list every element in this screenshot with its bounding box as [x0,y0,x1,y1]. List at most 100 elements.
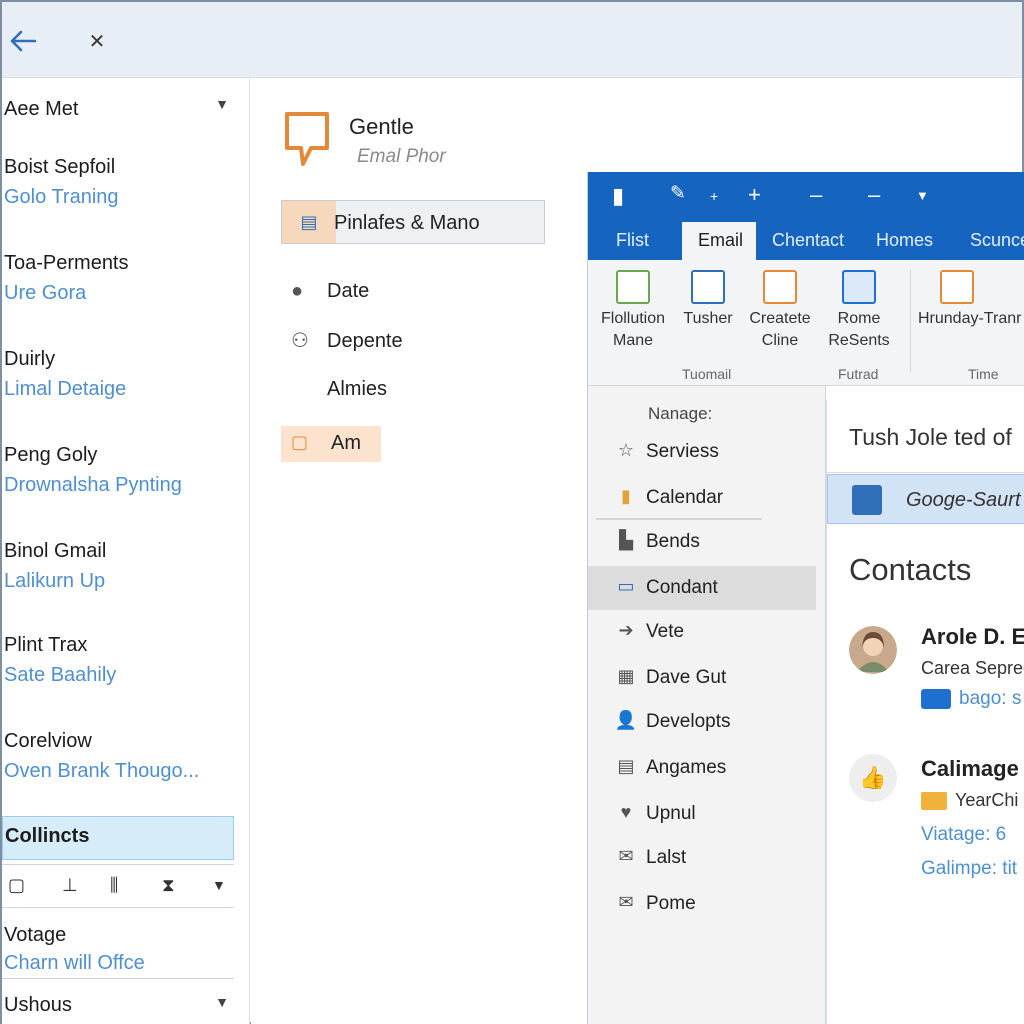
minus-icon[interactable]: – [868,182,880,208]
building-icon: ▙ [619,530,633,550]
ribbon-group-label: Tuomail [682,366,732,382]
navigation-pane: Nanage: ☆ Serviess ▮ Calendar ▙ Bends ▭ Cond… [588,386,826,1024]
heart-icon: ♥ [620,802,632,822]
outlook-window: ▮ ✎ + + – – ▼ Flist Email Chentact Homes… [587,172,1024,1024]
list-item-title[interactable]: Boist Sepfoil [4,156,115,179]
arrow-left-icon[interactable] [6,24,40,58]
minus-icon[interactable]: – [810,182,822,208]
clock-icon: ● [291,280,304,302]
list-item-title[interactable]: Plint Trax [4,634,87,657]
contact-email[interactable]: bago: s [921,688,1021,710]
nav-item-calendar[interactable]: ▮ Calendar [588,476,826,520]
ribbon-button-flollution[interactable]: Flollution Mane [594,270,672,352]
mail-icon: ✉ [618,846,634,866]
arrow-right-icon: ➔ [618,620,634,640]
chevron-down-icon[interactable]: ▼ [215,96,229,112]
list-item-subtitle[interactable]: Lalikurn Up [4,570,105,593]
nav-item-condant[interactable]: ▭ Condant [588,566,816,610]
contact-name[interactable]: Calimage [921,756,1019,782]
document-icon: ▤ [282,201,336,243]
detail-row-almies[interactable]: Almies [291,378,387,401]
google-icon [852,485,882,515]
date-icon [763,270,797,304]
tab-flist[interactable]: Flist [616,230,649,251]
list-item-subtitle[interactable]: Sate Baahily [4,664,116,687]
mail-send-icon [842,270,876,304]
list-header[interactable]: Aee Met [4,98,78,121]
chart-icon [616,270,650,304]
detail-row-am[interactable]: ▢ Am [281,426,381,462]
selected-item-label: Collincts [5,825,90,847]
detail-row-depente[interactable]: ⚇ Depente [291,328,403,353]
list-item-title[interactable]: Votage [4,924,66,947]
list-item-title[interactable]: Peng Goly [4,444,97,467]
tab-chentact[interactable]: Chentact [772,230,844,251]
list-item-title[interactable]: Binol Gmail [4,540,106,563]
list-item-subtitle[interactable]: Golo Traning [4,186,119,209]
ribbon-button-createte[interactable]: Createte Cline [744,270,816,352]
square-icon: ▢ [291,432,309,452]
save-icon[interactable]: ▮ [612,183,624,209]
plus-icon[interactable]: + [748,182,761,208]
list-item-title[interactable]: Duirly [4,348,55,371]
contact-link[interactable]: Viatage: 6 [921,824,1006,846]
plus-small-icon[interactable]: + [710,188,718,204]
app-window: ✕ Aee Met ▼ Boist Sepfoil Golo Traning T… [0,0,1024,1024]
nav-item-lalst[interactable]: ✉ Lalst [588,836,826,880]
chevron-down-icon[interactable]: ▼ [916,188,929,203]
google-account-row[interactable]: Googe-Saurt [827,474,1024,524]
list-item-title[interactable]: Ushous [4,994,72,1017]
chevron-down-icon[interactable]: ▼ [212,877,226,893]
left-navigation-list: Aee Met ▼ Boist Sepfoil Golo Traning Toa… [2,78,250,1024]
list-item-selected[interactable]: Collincts [2,816,234,860]
nav-item-bends[interactable]: ▙ Bends [588,520,826,564]
tab-scuncer[interactable]: Scuncer [970,230,1024,251]
pinlafes-button[interactable]: ▤ Pinlafes & Mano [281,200,545,244]
list-item-subtitle[interactable]: Ure Gora [4,282,86,305]
contact-link[interactable]: Galimpe: tit [921,858,1017,880]
list-item-subtitle[interactable]: Oven Brank Thougo... [4,760,199,783]
search-text[interactable]: Tush Jole ted of [849,424,1012,451]
nav-item-upnul[interactable]: ♥ Upnul [588,792,826,836]
nav-item-angames[interactable]: ▤ Angames [588,746,826,790]
nav-item-serviess[interactable]: ☆ Serviess [588,430,826,474]
close-icon[interactable]: ✕ [80,24,114,58]
chevron-down-icon[interactable]: ▼ [215,994,229,1010]
detail-row-date[interactable]: ● Date [291,280,369,303]
folder-icon [921,792,947,811]
pinlafes-label: Pinlafes & Mano [334,212,480,234]
contact-placeholder-icon[interactable]: 👍 [849,754,897,802]
ribbon: Flollution Mane Tusher Createte Cline Ro… [588,260,1024,386]
arrow-icon [940,270,974,304]
mail-icon [921,688,951,709]
contact-card-icon: ▭ [617,576,635,596]
nav-item-dave-gut[interactable]: ▦ Dave Gut [588,656,826,700]
note-icon [285,112,329,166]
list-item-subtitle[interactable]: Limal Detaige [4,378,126,401]
avatar[interactable] [849,626,897,674]
contact-name[interactable]: Arole D. E [921,624,1024,650]
nav-item-vete[interactable]: ➔ Vete [588,610,826,654]
list-item-title[interactable]: Corelviow [4,730,92,753]
edit-icon[interactable]: ✎ [670,182,686,205]
detail-title: Gentle [349,114,414,139]
quick-access-toolbar: ▮ ✎ + + – – ▼ [588,172,1024,220]
archive-icon[interactable]: ▢ [8,875,25,896]
pin-icon[interactable]: ⊥ [62,875,78,896]
ribbon-button-rome[interactable]: Rome ReSents [824,270,894,352]
list-item-subtitle[interactable]: Drownalsha Pynting [4,474,182,497]
tab-email[interactable]: Email [682,222,756,262]
columns-icon[interactable]: ⫼ [110,875,118,896]
people-icon: ⚇ [291,330,309,352]
list-item-subtitle[interactable]: Charn will Offce [4,952,145,975]
contact-detail: Carea Seprec [921,658,1024,678]
nav-item-pome[interactable]: ✉ Pome [588,882,826,926]
filter-icon[interactable]: ⧗ [162,875,175,896]
list-item-title[interactable]: Toa-Perments [4,252,129,275]
tab-homes[interactable]: Homes [876,230,933,251]
clipboard-icon: ▤ [617,756,635,776]
nav-item-developts[interactable]: 👤 Developts [588,700,826,744]
ribbon-button-tusher[interactable]: Tusher [676,270,740,330]
contacts-title: Contacts [849,552,972,587]
ribbon-button-hrunday[interactable]: Hrunday-Tranr [918,270,1024,330]
